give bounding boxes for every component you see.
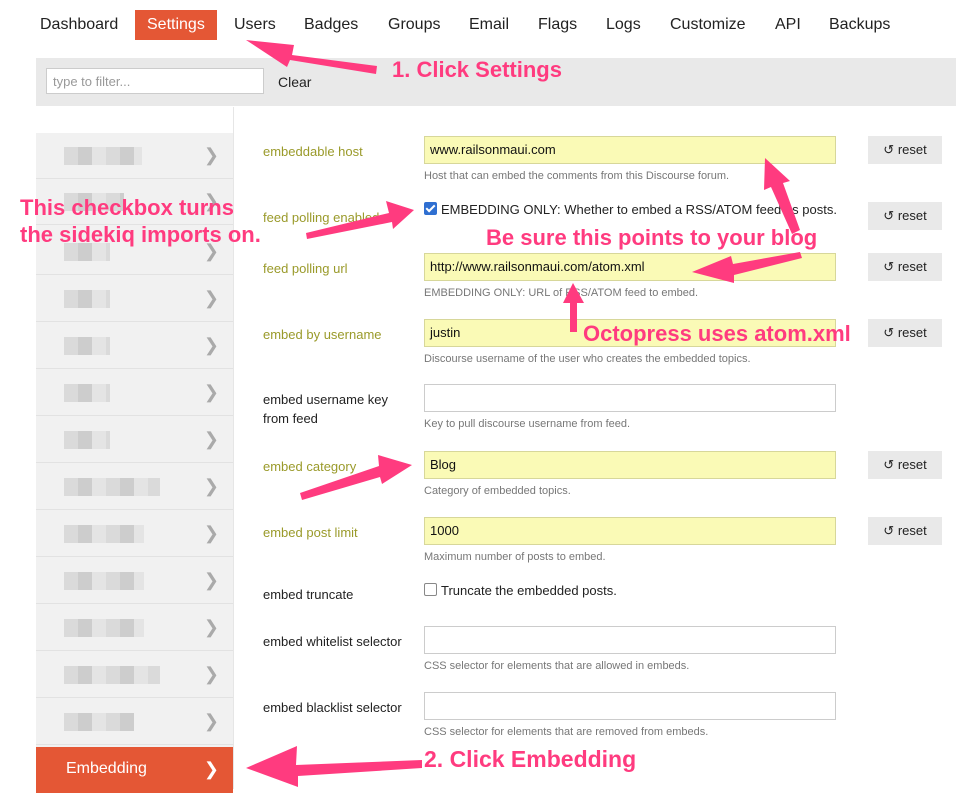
arrow-to-feed-url — [692, 252, 802, 283]
annotation-click-settings: 1. Click Settings — [392, 57, 562, 82]
annotation-blog-note: Be sure this points to your blog — [486, 225, 818, 250]
arrow-to-embedding — [246, 746, 422, 787]
annotation-arrows — [246, 40, 802, 787]
arrow-to-settings — [246, 40, 377, 74]
arrow-to-checkbox — [306, 201, 414, 239]
annotation-line: This checkbox turns — [20, 195, 234, 220]
annotation-checkbox-note: This checkbox turns the sidekiq imports … — [20, 194, 261, 248]
annotation-click-embedding: 2. Click Embedding — [424, 746, 637, 772]
arrow-to-atom-xml — [563, 283, 584, 332]
arrow-to-category — [300, 455, 412, 500]
annotation-octopress-note: Octopress uses atom.xml — [583, 321, 851, 346]
annotation-line: the sidekiq imports on. — [20, 222, 261, 247]
arrow-to-host-input — [764, 158, 800, 234]
